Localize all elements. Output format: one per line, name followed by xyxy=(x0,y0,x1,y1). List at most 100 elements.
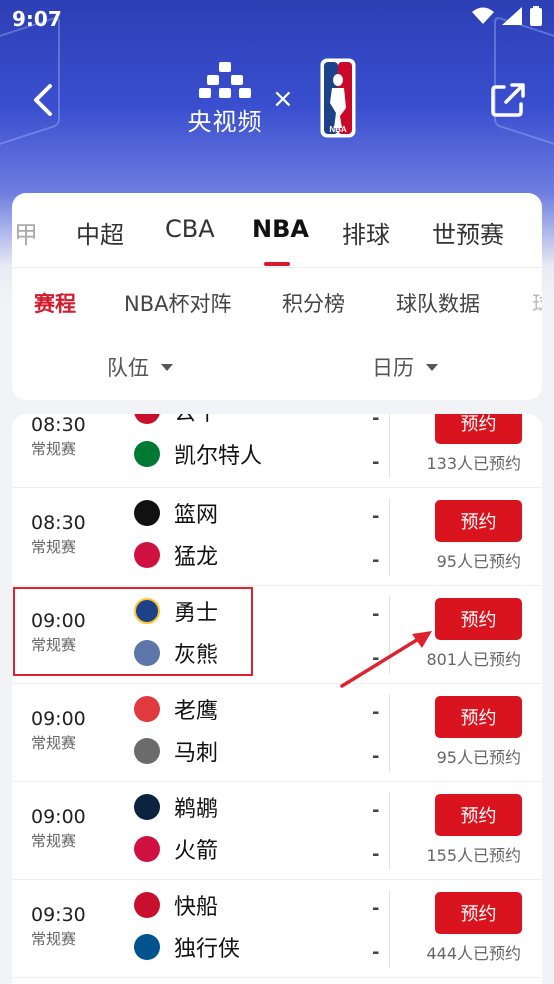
away-team: 独行侠 xyxy=(134,932,240,962)
team-name: 火箭 xyxy=(174,839,219,864)
pelicans-logo-icon xyxy=(134,794,160,820)
divider xyxy=(389,890,390,968)
hawks-logo-icon xyxy=(134,696,160,722)
booking-count: 444人已预约 xyxy=(426,944,521,963)
booking-count: 133人已预约 xyxy=(426,454,521,473)
subtab-schedule[interactable]: 赛程 xyxy=(34,288,76,318)
team-name: 鹈鹕 xyxy=(174,797,219,822)
status-icons xyxy=(472,6,542,26)
match-row[interactable]: 08:30 常规赛 篮网 猛龙 - - 预约 95人已预约 xyxy=(12,488,542,586)
bulls-logo-icon xyxy=(134,414,160,424)
team-name: 猛龙 xyxy=(174,545,219,570)
home-team: 鹈鹕 xyxy=(134,792,218,822)
yangshipin-logo: 央视频 xyxy=(185,62,265,137)
tab-cba[interactable]: CBA xyxy=(165,215,215,243)
away-score: - xyxy=(372,942,380,963)
match-time: 08:30 xyxy=(31,414,86,436)
caret-down-icon xyxy=(161,363,173,371)
match-time: 09:30 xyxy=(31,904,86,926)
book-button[interactable]: 预约 xyxy=(435,414,522,444)
book-button[interactable]: 预约 xyxy=(435,500,522,542)
calendar-filter-dropdown[interactable]: 日历 xyxy=(372,352,438,382)
tab-jia[interactable]: 甲 xyxy=(14,215,38,250)
subtab-standings[interactable]: 积分榜 xyxy=(282,288,345,318)
away-score: - xyxy=(372,550,380,571)
annotation-arrow-icon xyxy=(340,631,432,688)
match-row[interactable]: 09:00 常规赛 鹈鹕 火箭 - - 预约 155人已预约 xyxy=(12,782,542,880)
status-time: 9:07 xyxy=(12,7,62,31)
divider xyxy=(389,414,390,478)
filters: 队伍 日历 xyxy=(12,338,542,398)
raptors-logo-icon xyxy=(134,542,160,568)
calendar-filter-label: 日历 xyxy=(372,356,414,380)
away-team: 火箭 xyxy=(134,834,218,864)
team-name: 马刺 xyxy=(174,741,219,766)
home-score: - xyxy=(372,898,380,919)
match-row[interactable]: 08:30 常规赛 公牛 凯尔特人 - - 预约 133人已预约 xyxy=(12,414,542,488)
active-tab-indicator xyxy=(264,262,290,266)
rockets-logo-icon xyxy=(134,836,160,862)
away-score: - xyxy=(372,746,380,767)
team-name: 篮网 xyxy=(174,503,219,528)
book-button[interactable]: 预约 xyxy=(435,696,522,738)
match-type: 常规赛 xyxy=(31,440,77,458)
battery-icon xyxy=(530,6,542,26)
home-team: 公牛 xyxy=(134,414,218,426)
book-button[interactable]: 预约 xyxy=(435,794,522,836)
away-team: 马刺 xyxy=(134,736,218,766)
brand-name: 央视频 xyxy=(187,108,263,136)
away-score: - xyxy=(372,452,380,473)
tab-volleyball[interactable]: 排球 xyxy=(342,215,390,250)
share-icon[interactable] xyxy=(490,82,526,118)
wifi-icon xyxy=(472,7,494,24)
subtab-nba-cup-bracket[interactable]: NBA杯对阵 xyxy=(124,288,231,318)
booking-count: 95人已预约 xyxy=(436,748,521,767)
away-score: - xyxy=(372,844,380,865)
divider xyxy=(389,792,390,870)
subtab-player[interactable]: 球 xyxy=(532,288,542,318)
match-time: 09:00 xyxy=(31,806,86,828)
home-score: - xyxy=(372,506,380,527)
match-time: 09:00 xyxy=(31,708,86,730)
home-score: - xyxy=(372,800,380,821)
booking-count: 155人已预约 xyxy=(426,846,521,865)
match-row[interactable]: 09:00 常规赛 老鹰 马刺 - - 预约 95人已预约 xyxy=(12,684,542,782)
nets-logo-icon xyxy=(134,500,160,526)
subtab-team-stats[interactable]: 球队数据 xyxy=(396,288,480,318)
team-name: 快船 xyxy=(174,895,219,920)
away-team: 凯尔特人 xyxy=(134,439,262,469)
tab-nba[interactable]: NBA xyxy=(252,215,309,243)
away-team: 猛龙 xyxy=(134,540,218,570)
tab-csl[interactable]: 中超 xyxy=(76,215,124,250)
tab-world-cup-qualifiers[interactable]: 世预赛 xyxy=(432,215,504,250)
app-header: 央视频 × NBA xyxy=(0,50,554,150)
match-type: 常规赛 xyxy=(31,832,77,850)
home-score: - xyxy=(372,414,380,429)
status-bar: 9:07 xyxy=(0,0,554,38)
team-name: 老鹰 xyxy=(174,699,219,724)
yangshipin-logo-icon xyxy=(199,62,251,98)
team-name: 凯尔特人 xyxy=(174,444,263,469)
match-time: 08:30 xyxy=(31,512,86,534)
match-row[interactable]: 09:30 常规赛 快船 独行侠 - - 预约 444人已预约 xyxy=(12,880,542,978)
category-card: 甲 中超 CBA NBA 排球 世预赛 赛程 NBA杯对阵 积分榜 球队数据 球… xyxy=(12,193,542,400)
team-name: 独行侠 xyxy=(174,937,241,962)
booking-count: 801人已预约 xyxy=(426,650,521,669)
book-button[interactable]: 预约 xyxy=(435,598,522,640)
nba-logo: NBA xyxy=(320,58,356,138)
highlight-annotation-box xyxy=(13,587,253,676)
home-score: - xyxy=(372,604,380,625)
home-team: 老鹰 xyxy=(134,694,218,724)
celtics-logo-icon xyxy=(134,441,160,467)
team-filter-dropdown[interactable]: 队伍 xyxy=(107,352,173,382)
book-button[interactable]: 预约 xyxy=(435,892,522,934)
sport-tabs: 甲 中超 CBA NBA 排球 世预赛 xyxy=(12,193,542,266)
team-filter-label: 队伍 xyxy=(107,356,149,380)
home-team: 快船 xyxy=(134,890,218,920)
divider xyxy=(389,694,390,772)
back-icon[interactable] xyxy=(28,80,60,120)
divider xyxy=(389,498,390,576)
spurs-logo-icon xyxy=(134,738,160,764)
sub-tabs: 赛程 NBA杯对阵 积分榜 球队数据 球 xyxy=(12,268,542,338)
booking-count: 95人已预约 xyxy=(436,552,521,571)
